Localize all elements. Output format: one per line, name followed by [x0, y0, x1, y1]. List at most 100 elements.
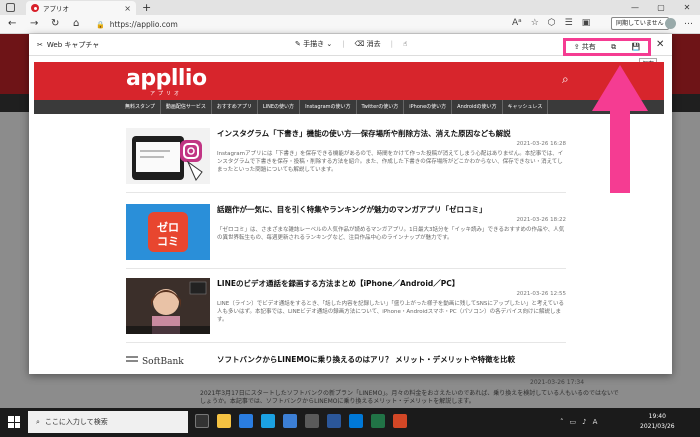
article-date: 2021-03-26 18:22: [516, 217, 566, 223]
window-controls: — ▢ ✕: [622, 0, 700, 15]
web-capture-panel: ✂ Web キャプチャ ✎ 手描き ⌄ | ⌫ 消去 | ☝ ⇪ 共有 ⧉ 💾 …: [29, 34, 672, 374]
start-button[interactable]: [8, 416, 20, 428]
site-nav: 無料スタンプ 動画配信サービス おすすめアプリ LINEの使い方 Instagr…: [34, 100, 664, 114]
article-thumbnail: [126, 128, 210, 184]
article-excerpt: Instagramアプリには「下書き」を保存できる機能があるので、時間をかけて作…: [217, 151, 564, 173]
browser-toolbar-icons: Aᵃ ☆ ⬡ ☰ ▣: [512, 18, 590, 28]
app-icon[interactable]: [305, 414, 319, 428]
article-thumbnail: SoftBank: [126, 354, 210, 374]
search-icon[interactable]: ⌕: [562, 72, 569, 87]
pink-arrow-annotation: [592, 65, 648, 193]
new-tab-button[interactable]: +: [142, 1, 151, 14]
article-date: 2021-03-26 16:28: [516, 141, 566, 147]
nav-item[interactable]: おすすめアプリ: [212, 100, 258, 114]
capture-tools: ✎ 手描き ⌄ | ⌫ 消去 | ☝: [295, 39, 407, 49]
site-header: appllio アプリオ ⌕: [34, 62, 664, 100]
nav-item[interactable]: Twitterの使い方: [357, 100, 405, 114]
share-button[interactable]: ⇪ 共有: [574, 42, 596, 52]
url-text: https://applio.com: [109, 20, 178, 29]
article-title[interactable]: 話題作が一気に、目を引く特集やランキングが魅力のマンガアプリ「ゼロコミ」: [217, 204, 567, 215]
divider: [126, 342, 566, 343]
svg-text:SoftBank: SoftBank: [142, 357, 184, 367]
nav-item[interactable]: キャッシュレス: [503, 100, 549, 114]
nav-item[interactable]: Androidの使い方: [452, 100, 503, 114]
nav-item[interactable]: 無料スタンプ: [120, 100, 161, 114]
article-title[interactable]: ソフトバンクからLINEMOに乗り換えるのはアリ？ メリット・デメリットや特徴を…: [217, 354, 567, 365]
capture-toolbar: ✂ Web キャプチャ ✎ 手描き ⌄ | ⌫ 消去 | ☝ ⇪ 共有 ⧉ 💾 …: [29, 34, 672, 56]
capture-close-button[interactable]: ✕: [656, 39, 664, 50]
extensions-icon[interactable]: ⬡: [548, 18, 556, 28]
capture-title-text: Web キャプチャ: [46, 41, 100, 49]
forward-button[interactable]: →: [30, 18, 38, 29]
url-field[interactable]: 🔒 https://applio.com: [96, 18, 536, 31]
share-label: 共有: [581, 43, 596, 51]
capture-actions-highlight: ⇪ 共有 ⧉ 💾: [563, 38, 651, 56]
favorite-star-icon[interactable]: ☆: [531, 18, 539, 28]
taskbar-search-placeholder: ここに入力して検索: [44, 418, 108, 426]
home-button[interactable]: ⌂: [73, 18, 79, 29]
draw-button[interactable]: ✎ 手描き ⌄: [295, 39, 332, 49]
window-close-button[interactable]: ✕: [674, 0, 700, 15]
back-button[interactable]: ←: [8, 18, 16, 29]
excel-icon[interactable]: [371, 414, 385, 428]
minimize-button[interactable]: —: [622, 0, 648, 15]
site-favicon-icon: [31, 4, 39, 12]
capture-icon: ✂: [37, 41, 43, 49]
article-excerpt: LINE（ライン）でビデオ通話をするとき、「話した内容を記録したい」「盛り上がっ…: [217, 301, 565, 323]
site-logo[interactable]: appllio: [126, 66, 207, 91]
sync-button[interactable]: 同期していません: [611, 17, 669, 30]
tab-actions-icon[interactable]: [6, 3, 15, 12]
save-icon[interactable]: 💾: [632, 43, 641, 51]
erase-button[interactable]: ⌫ 消去: [355, 39, 381, 49]
clock-time: 19:40: [648, 413, 666, 420]
outlook-icon[interactable]: [349, 414, 363, 428]
tab-title: アプリオ: [43, 5, 69, 13]
refresh-button[interactable]: ↻: [51, 18, 59, 29]
word-icon[interactable]: [327, 414, 341, 428]
profile-avatar[interactable]: [665, 18, 676, 29]
mail-icon[interactable]: [239, 414, 253, 428]
taskbar-apps: [195, 414, 407, 428]
clock[interactable]: 19:40 2021/03/26: [640, 412, 675, 432]
divider: |: [342, 40, 345, 48]
favorites-list-icon[interactable]: ☰: [565, 18, 573, 28]
article-date: 2021-03-26 12:55: [516, 291, 566, 297]
powerpoint-icon[interactable]: [393, 414, 407, 428]
article-title[interactable]: インスタグラム「下書き」機能の使い方──保存場所や削除方法、消えた原因なども解説: [217, 128, 567, 139]
taskbar-search[interactable]: ⌕ ここに入力して検索: [28, 411, 188, 433]
store-icon[interactable]: [283, 414, 297, 428]
edge-icon[interactable]: [261, 414, 275, 428]
ime-indicator[interactable]: A: [593, 418, 598, 426]
article-excerpt: 「ゼロコミ」は、さまざまな雑誌レーベルの人気作品が読めるマンガアプリ。1日最大3…: [217, 227, 565, 241]
article-thumbnail: [126, 278, 210, 334]
svg-text:コミ: コミ: [157, 235, 179, 248]
network-icon[interactable]: ▭: [570, 418, 577, 426]
settings-menu-icon[interactable]: …: [684, 17, 693, 27]
browser-tab[interactable]: アプリオ ×: [26, 1, 136, 15]
collections-icon[interactable]: ▣: [582, 18, 591, 28]
file-explorer-icon[interactable]: [217, 414, 231, 428]
task-view-icon[interactable]: [195, 414, 209, 428]
nav-item[interactable]: Instagramの使い方: [300, 100, 357, 114]
erase-label: 消去: [366, 40, 381, 48]
tray-chevron-icon[interactable]: ˄: [560, 418, 564, 426]
nav-item[interactable]: iPhoneの使い方: [404, 100, 453, 114]
copy-icon[interactable]: ⧉: [611, 43, 616, 52]
read-aloud-icon[interactable]: Aᵃ: [512, 18, 522, 28]
tab-close-icon[interactable]: ×: [124, 4, 131, 13]
draw-label: 手描き: [303, 40, 325, 48]
article-title[interactable]: LINEのビデオ通話を録画する方法まとめ【iPhone／Android／PC】: [217, 278, 567, 289]
divider: |: [390, 40, 394, 48]
svg-text:ゼロ: ゼロ: [157, 220, 179, 234]
maximize-button[interactable]: ▢: [648, 0, 674, 15]
touch-draw-icon[interactable]: ☝: [403, 40, 407, 48]
system-tray: ˄ ▭ ♪ A: [560, 418, 597, 426]
lock-icon: 🔒: [96, 20, 105, 29]
site-logo-sub: アプリオ: [150, 91, 183, 97]
nav-item[interactable]: 動画配信サービス: [161, 100, 212, 114]
volume-icon[interactable]: ♪: [582, 418, 586, 426]
divider: [126, 192, 566, 193]
nav-item[interactable]: LINEの使い方: [258, 100, 301, 114]
capture-title: ✂ Web キャプチャ: [37, 40, 99, 50]
taskbar: ⌕ ここに入力して検索 ˄ ▭ ♪ A 19:40 2021/03/26: [0, 408, 700, 437]
